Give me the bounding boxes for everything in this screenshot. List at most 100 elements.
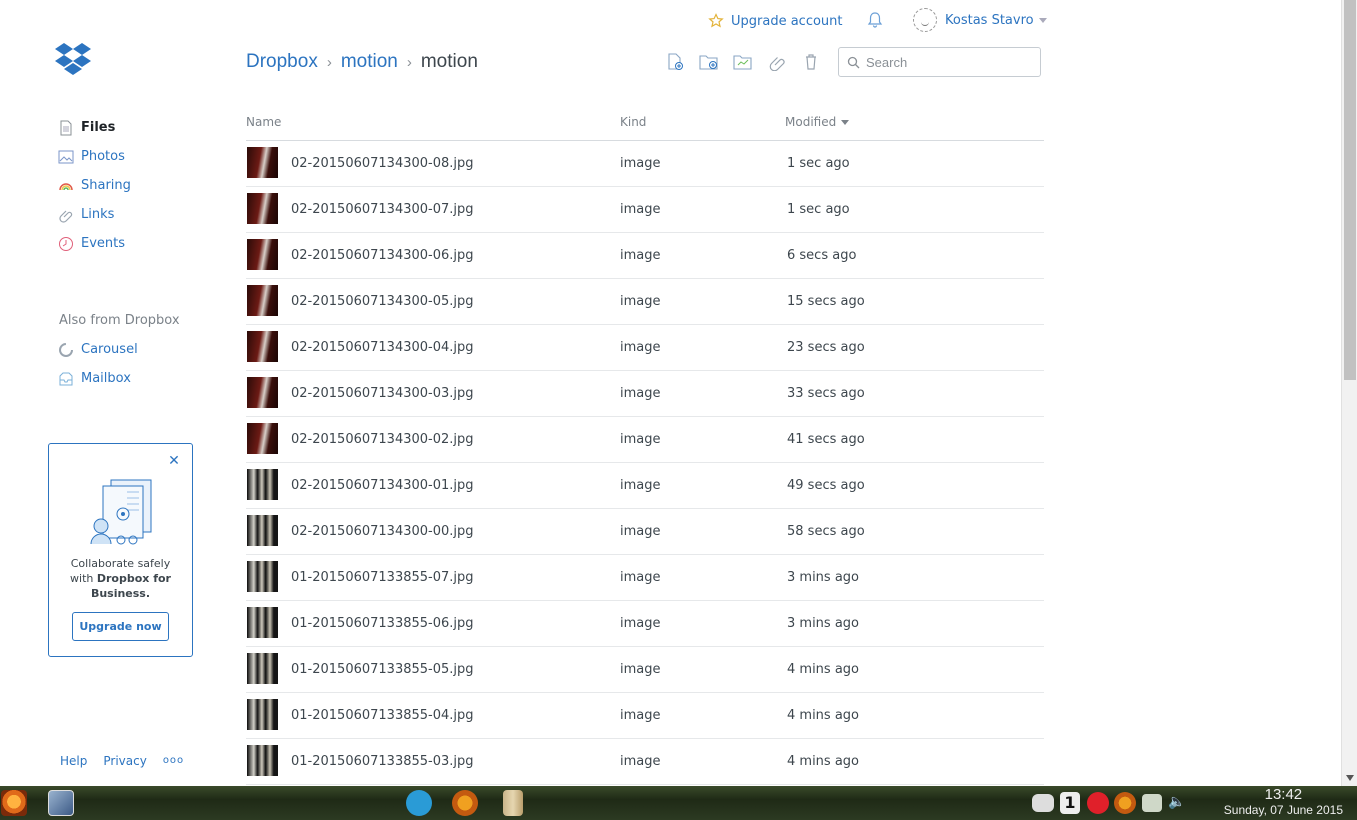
table-row[interactable]: 01-20150607133855-03.jpg image 4 mins ago	[246, 739, 1044, 785]
table-row[interactable]: 02-20150607134300-04.jpg image 23 secs ago	[246, 325, 1044, 371]
privacy-link[interactable]: Privacy	[103, 754, 146, 768]
workspace-indicator[interactable]: 1	[1060, 792, 1080, 814]
image-thumbnail[interactable]	[247, 193, 278, 224]
clock[interactable]: 13:42 Sunday, 07 June 2015	[1224, 787, 1343, 818]
table-row[interactable]: 01-20150607133855-05.jpg image 4 mins ago	[246, 647, 1044, 693]
firefox-icon[interactable]	[1, 790, 27, 816]
scrollbar-thumb[interactable]	[1344, 0, 1356, 380]
column-modified-label: Modified	[785, 115, 837, 129]
image-thumbnail[interactable]	[247, 653, 278, 684]
table-body: 02-20150607134300-08.jpg image 1 sec ago 02…	[246, 141, 1044, 785]
vertical-scrollbar[interactable]	[1341, 0, 1357, 786]
file-name[interactable]: 01-20150607133855-06.jpg	[291, 616, 474, 631]
new-folder-icon[interactable]	[699, 53, 719, 71]
table-row[interactable]: 02-20150607134300-03.jpg image 33 secs ago	[246, 371, 1044, 417]
file-kind: image	[620, 432, 661, 447]
breadcrumb-parent[interactable]: motion	[341, 51, 398, 73]
business-illustration-icon	[90, 479, 152, 545]
upgrade-now-button[interactable]: Upgrade now	[72, 612, 169, 641]
image-thumbnail[interactable]	[247, 469, 278, 500]
image-thumbnail[interactable]	[247, 745, 278, 776]
file-name[interactable]: 02-20150607134300-03.jpg	[291, 386, 474, 401]
image-thumbnail[interactable]	[247, 561, 278, 592]
crossover-icon[interactable]	[452, 790, 478, 816]
table-row[interactable]: 01-20150607133855-07.jpg image 3 mins ago	[246, 555, 1044, 601]
trash-icon[interactable]	[801, 53, 821, 71]
cloud-sync-icon[interactable]	[1032, 794, 1054, 812]
file-name[interactable]: 01-20150607133855-07.jpg	[291, 570, 474, 585]
image-thumbnail[interactable]	[247, 377, 278, 408]
upload-file-icon[interactable]	[665, 53, 685, 71]
sidebar-item-sharing[interactable]: Sharing	[58, 171, 218, 200]
events-icon	[59, 236, 73, 251]
file-name[interactable]: 01-20150607133855-03.jpg	[291, 754, 474, 769]
search-box[interactable]	[838, 47, 1041, 77]
files-icon	[60, 120, 72, 135]
crossover-tray-icon[interactable]	[1114, 792, 1136, 814]
table-row[interactable]: 02-20150607134300-06.jpg image 6 secs ago	[246, 233, 1044, 279]
sidebar-item-carousel[interactable]: Carousel	[58, 335, 218, 364]
top-bar: Upgrade account Kostas Stavro	[708, 8, 1047, 34]
sidebar-item-events[interactable]: Events	[58, 229, 218, 258]
image-thumbnail[interactable]	[247, 423, 278, 454]
sidebar-item-links[interactable]: Links	[58, 200, 218, 229]
breadcrumb-root[interactable]: Dropbox	[246, 51, 318, 73]
image-thumbnail[interactable]	[247, 239, 278, 270]
image-thumbnail[interactable]	[247, 285, 278, 316]
file-kind: image	[620, 708, 661, 723]
image-thumbnail[interactable]	[247, 699, 278, 730]
volume-icon[interactable]: 🔈	[1168, 794, 1186, 812]
network-icon[interactable]	[1142, 794, 1162, 812]
file-name[interactable]: 02-20150607134300-04.jpg	[291, 340, 474, 355]
file-name[interactable]: 02-20150607134300-05.jpg	[291, 294, 474, 309]
table-row[interactable]: 02-20150607134300-07.jpg image 1 sec ago	[246, 187, 1044, 233]
column-kind-header[interactable]: Kind	[620, 115, 646, 129]
table-row[interactable]: 01-20150607133855-06.jpg image 3 mins ago	[246, 601, 1044, 647]
image-thumbnail[interactable]	[247, 147, 278, 178]
upgrade-account-link[interactable]: Upgrade account	[708, 13, 843, 29]
image-viewer-icon[interactable]	[48, 790, 74, 816]
table-row[interactable]: 02-20150607134300-08.jpg image 1 sec ago	[246, 141, 1044, 187]
column-name-header[interactable]: Name	[246, 115, 281, 129]
chevron-down-icon	[1038, 17, 1047, 23]
file-name[interactable]: 01-20150607133855-04.jpg	[291, 708, 474, 723]
chat-icon[interactable]	[406, 790, 432, 816]
search-input[interactable]	[866, 54, 1026, 70]
file-name[interactable]: 02-20150607134300-00.jpg	[291, 524, 474, 539]
image-thumbnail[interactable]	[247, 515, 278, 546]
file-name[interactable]: 02-20150607134300-02.jpg	[291, 432, 474, 447]
link-icon[interactable]	[767, 53, 787, 71]
blocked-status-icon[interactable]	[1087, 792, 1109, 814]
file-table: Name Kind Modified 02-20150607134300-08.…	[246, 110, 1044, 785]
file-manager-icon[interactable]	[503, 790, 523, 816]
table-row[interactable]: 01-20150607133855-04.jpg image 4 mins ago	[246, 693, 1044, 739]
file-name[interactable]: 02-20150607134300-06.jpg	[291, 248, 474, 263]
more-menu-icon[interactable]: ooo	[163, 755, 184, 768]
table-row[interactable]: 02-20150607134300-01.jpg image 49 secs ago	[246, 463, 1044, 509]
image-thumbnail[interactable]	[247, 331, 278, 362]
shared-folder-icon[interactable]	[733, 53, 753, 71]
file-name[interactable]: 02-20150607134300-07.jpg	[291, 202, 474, 217]
user-menu[interactable]: Kostas Stavro	[913, 8, 1053, 32]
table-row[interactable]: 02-20150607134300-00.jpg image 58 secs ago	[246, 509, 1044, 555]
table-row[interactable]: 02-20150607134300-05.jpg image 15 secs ago	[246, 279, 1044, 325]
also-from-dropbox-heading: Also from Dropbox	[59, 313, 180, 328]
column-modified-header[interactable]: Modified	[785, 115, 850, 129]
table-header: Name Kind Modified	[246, 110, 1044, 141]
bell-icon[interactable]	[866, 11, 884, 29]
file-name[interactable]: 02-20150607134300-01.jpg	[291, 478, 474, 493]
sidebar-item-files[interactable]: Files	[58, 113, 218, 142]
sidebar-item-photos[interactable]: Photos	[58, 142, 218, 171]
sidebar-item-label: Sharing	[81, 178, 131, 193]
help-link[interactable]: Help	[60, 754, 87, 768]
file-name[interactable]: 01-20150607133855-05.jpg	[291, 662, 474, 677]
scroll-down-arrow-icon[interactable]	[1346, 775, 1354, 781]
dropbox-logo-icon[interactable]	[54, 42, 92, 76]
close-icon[interactable]: ✕	[168, 454, 180, 468]
table-row[interactable]: 02-20150607134300-02.jpg image 41 secs ago	[246, 417, 1044, 463]
image-thumbnail[interactable]	[247, 607, 278, 638]
file-kind: image	[620, 294, 661, 309]
file-kind: image	[620, 156, 661, 171]
sidebar-item-mailbox[interactable]: Mailbox	[58, 364, 218, 393]
file-name[interactable]: 02-20150607134300-08.jpg	[291, 156, 474, 171]
